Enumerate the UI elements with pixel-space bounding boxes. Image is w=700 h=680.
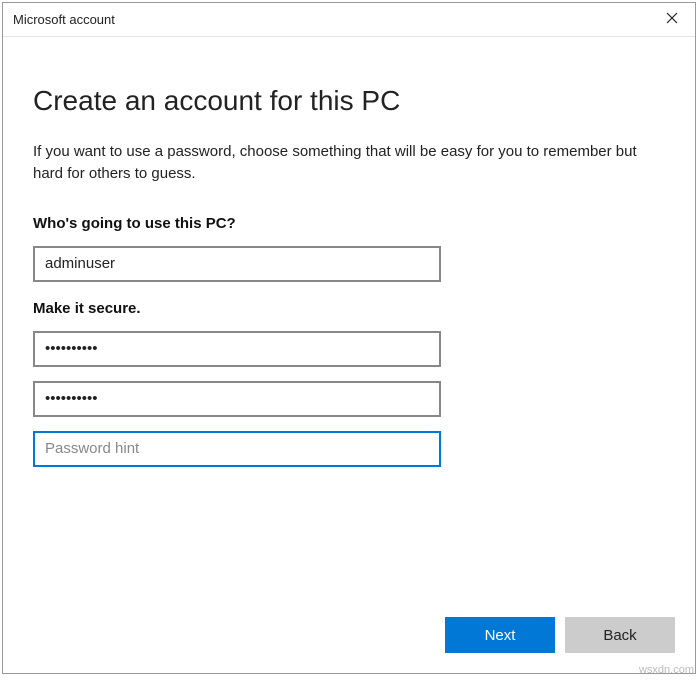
password-hint-input[interactable]	[33, 431, 441, 467]
page-heading: Create an account for this PC	[33, 85, 665, 117]
close-icon	[666, 12, 678, 27]
confirm-password-input[interactable]	[33, 381, 441, 417]
password-section-label: Make it secure.	[33, 300, 665, 317]
username-input[interactable]	[33, 246, 441, 282]
content-area: Create an account for this PC If you wan…	[3, 37, 695, 673]
next-button[interactable]: Next	[445, 617, 555, 653]
titlebar: Microsoft account	[3, 3, 695, 37]
password-input[interactable]	[33, 331, 441, 367]
back-button[interactable]: Back	[565, 617, 675, 653]
window-title: Microsoft account	[13, 12, 115, 27]
close-button[interactable]	[649, 3, 695, 37]
username-section-label: Who's going to use this PC?	[33, 215, 665, 232]
footer-buttons: Next Back	[445, 617, 675, 653]
watermark-text: wsxdn.com	[639, 664, 694, 676]
dialog-window: Microsoft account Create an account for …	[2, 2, 696, 674]
page-description: If you want to use a password, choose so…	[33, 141, 665, 185]
